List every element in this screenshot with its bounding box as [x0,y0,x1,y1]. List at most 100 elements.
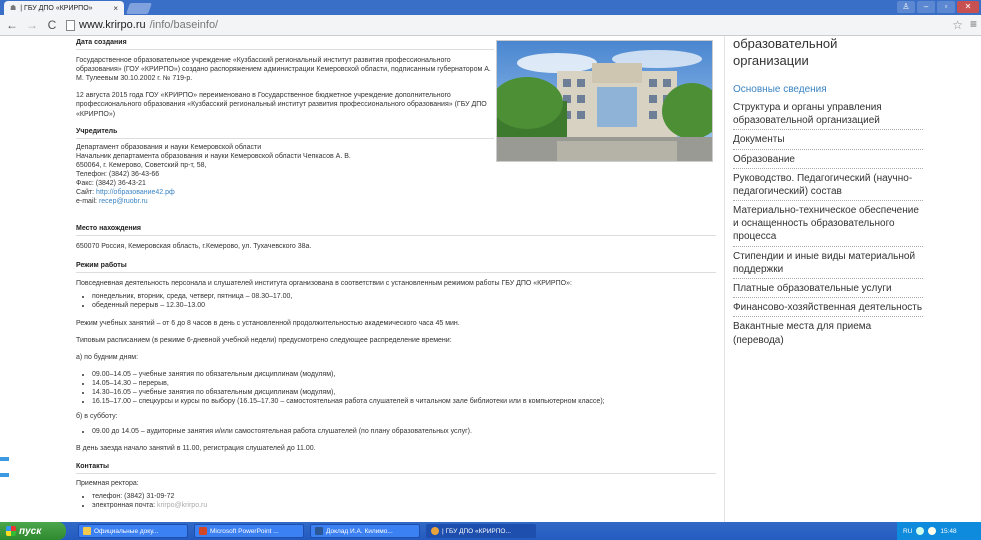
site-label: Сайт: [76,189,97,197]
network-icon[interactable] [916,527,925,535]
tab-close-icon[interactable]: × [113,4,118,13]
sidebar-item-vacancies[interactable]: Вакантные места для приема (перевода) [733,317,923,348]
created-paragraph-1: Государственное образовательное учрежден… [76,57,491,83]
schedule-list: понедельник, вторник, среда, четверг, пя… [92,292,716,310]
list-item: 14.30–16.05 – учебные занятия по обязате… [92,388,716,397]
site-favicon-icon: ☗ [10,5,17,12]
schedule-typical: Типовым расписанием (в режиме 6-дневной … [76,336,452,344]
back-arrow-icon[interactable]: ← [6,18,18,32]
site-link[interactable]: http://образование42.рф [96,189,175,196]
url-host: www.krirpo.ru [79,19,146,31]
saturday-label: б) в субботу: [76,413,118,421]
contacts-heading: Контакты [76,460,716,474]
list-item: 14.05–14.30 – перерыв, [92,379,716,388]
browser-tab[interactable]: ☗ | ГБУ ДПО «КРИРПО» × [4,1,124,15]
list-item: понедельник, вторник, среда, четверг, пя… [92,292,716,301]
founder-site: Сайт: http://образование42.рф [76,188,494,197]
location-heading: Место нахождения [76,222,716,237]
maximize-icon[interactable]: ▫ [937,1,955,13]
founder-heading: Учредитель [76,125,494,139]
sidebar-item-structure[interactable]: Структура и органы управления образовате… [733,98,923,131]
arrival-text: В день заезда начало занятий в 11.00, ре… [76,445,316,453]
sidebar-nav: образовательной организации Основные све… [724,36,981,522]
taskbar-item-browser[interactable]: | ГБУ ДПО «КРИРПО... [426,524,536,538]
system-tray: RU 15:48 [897,522,981,540]
email-link[interactable]: recep@ruobr.ru [99,198,148,205]
volume-icon[interactable] [928,527,937,535]
sidebar-item-staff[interactable]: Руководство. Педагогический (научно-педа… [733,169,923,202]
start-button[interactable]: пуск [0,522,66,540]
contacts-intro: Приемная ректора: [76,479,139,487]
contacts-email-link[interactable]: krirpo@krirpo.ru [157,502,207,509]
founder-email: e-mail: recep@ruobr.ru [76,197,494,206]
clock: 15:48 [940,527,957,535]
schedule-intro: Повседневная деятельность персонала и сл… [76,280,572,288]
task-label: | ГБУ ДПО «КРИРПО... [442,527,511,535]
sidebar-item-education[interactable]: Образование [733,150,923,169]
list-item: обеденный перерыв – 12.30–13.00 [92,301,716,310]
sidebar-item-paid-services[interactable]: Платные образовательные услуги [733,279,923,299]
tab-title: | ГБУ ДПО «КРИРПО» [20,4,93,12]
sidebar-item-scholarships[interactable]: Стипендии и иные виды материальной подде… [733,247,923,280]
left-edge-marker [0,473,9,477]
taskbar-item-report[interactable]: Доклад И.А. Килимо... [310,524,420,538]
task-label: Официальные доку... [94,527,159,535]
contacts-email-label: электронная почта: [92,501,157,509]
sidebar-item-facilities[interactable]: Материально-техническое обеспечение и ос… [733,201,923,247]
info-below: Место нахождения 650070 Россия, Кемеровс… [76,222,716,513]
created-heading: Дата создания [76,36,494,51]
institute-building-photo [496,40,713,162]
sidebar-item-basic-info[interactable]: Основные сведения [733,80,923,98]
browser-menu-icon[interactable]: ≡ [970,17,977,31]
founder-line: 650064, г. Кемерово, Советский пр-т, 58, [76,161,207,169]
task-label: Microsoft PowerPoint ... [210,527,279,535]
founder-line: Департамент образования и науки Кемеровс… [76,143,262,151]
word-icon [315,527,323,535]
taskbar-item-documents[interactable]: Официальные доку... [78,524,188,538]
sidebar-title: образовательной организации [733,36,838,68]
weekdays-label: а) по будним дням: [76,353,139,361]
powerpoint-icon [199,527,207,535]
schedule-heading: Режим работы [76,259,716,274]
folder-icon [83,527,91,535]
url-path: /info/baseinfo/ [149,19,219,31]
founder-line: Начальник департамента образования и нау… [76,152,351,160]
contacts-email: электронная почта: krirpo@krirpo.ru [92,501,716,510]
task-label: Доклад И.А. Килимо... [326,527,393,535]
main-content: Дата создания Государственное образовате… [76,36,724,522]
bookmark-star-icon[interactable]: ☆ [952,18,963,32]
windows-logo-icon [6,526,16,536]
list-item: 09.00–14.05 – учебные занятия по обязате… [92,370,716,379]
saturday-list: 09.00 до 14.05 – аудиторные занятия и/ил… [92,427,716,436]
new-tab-button[interactable] [125,3,153,14]
chrome-icon [431,527,439,535]
windows-taskbar: пуск Официальные доку... Microsoft Power… [0,522,981,540]
browser-tabbar: ☗ | ГБУ ДПО «КРИРПО» × ♙ – ▫ ✕ [0,0,981,15]
minimize-icon[interactable]: – [917,1,935,13]
founder-line: Телефон: (3842) 36-43-66 [76,171,160,179]
address-bar[interactable]: www.krirpo.ru/info/baseinfo/ [66,19,218,31]
location-text: 650070 Россия, Кемеровская область, г.Ке… [76,243,312,251]
reload-icon[interactable]: C [46,18,58,32]
created-paragraph-2: 12 августа 2015 года ГОУ «КРИРПО» переим… [76,92,487,118]
list-item: 09.00 до 14.05 – аудиторные занятия и/ил… [92,427,716,436]
contacts-list: телефон: (3842) 31-09-72 электронная поч… [92,492,716,510]
close-window-icon[interactable]: ✕ [957,1,979,13]
taskbar-item-powerpoint[interactable]: Microsoft PowerPoint ... [194,524,304,538]
user-icon[interactable]: ♙ [897,1,915,13]
browser-toolbar: ← → C www.krirpo.ru/info/baseinfo/ ☆ ≡ [0,15,981,36]
forward-arrow-icon[interactable]: → [26,18,38,32]
window-controls: ♙ – ▫ ✕ [897,1,979,13]
language-indicator[interactable]: RU [903,528,912,535]
sidebar-item-documents[interactable]: Документы [733,130,923,150]
sidebar-item-finance[interactable]: Финансово-хозяйственная деятельность [733,298,923,318]
web-page: Дата создания Государственное образовате… [0,36,981,522]
start-label: пуск [19,525,42,537]
page-icon [66,19,75,31]
left-edge-marker [0,457,9,461]
weekdays-list: 09.00–14.05 – учебные занятия по обязате… [92,370,716,406]
schedule-classes: Режим учебных занятий – от 6 до 8 часов … [76,319,460,327]
list-item: 16.15–17.00 – спецкурсы и курсы по выбор… [92,397,716,406]
email-label: e-mail: [76,198,99,206]
founder-line: Факс: (3842) 36-43-21 [76,180,146,188]
